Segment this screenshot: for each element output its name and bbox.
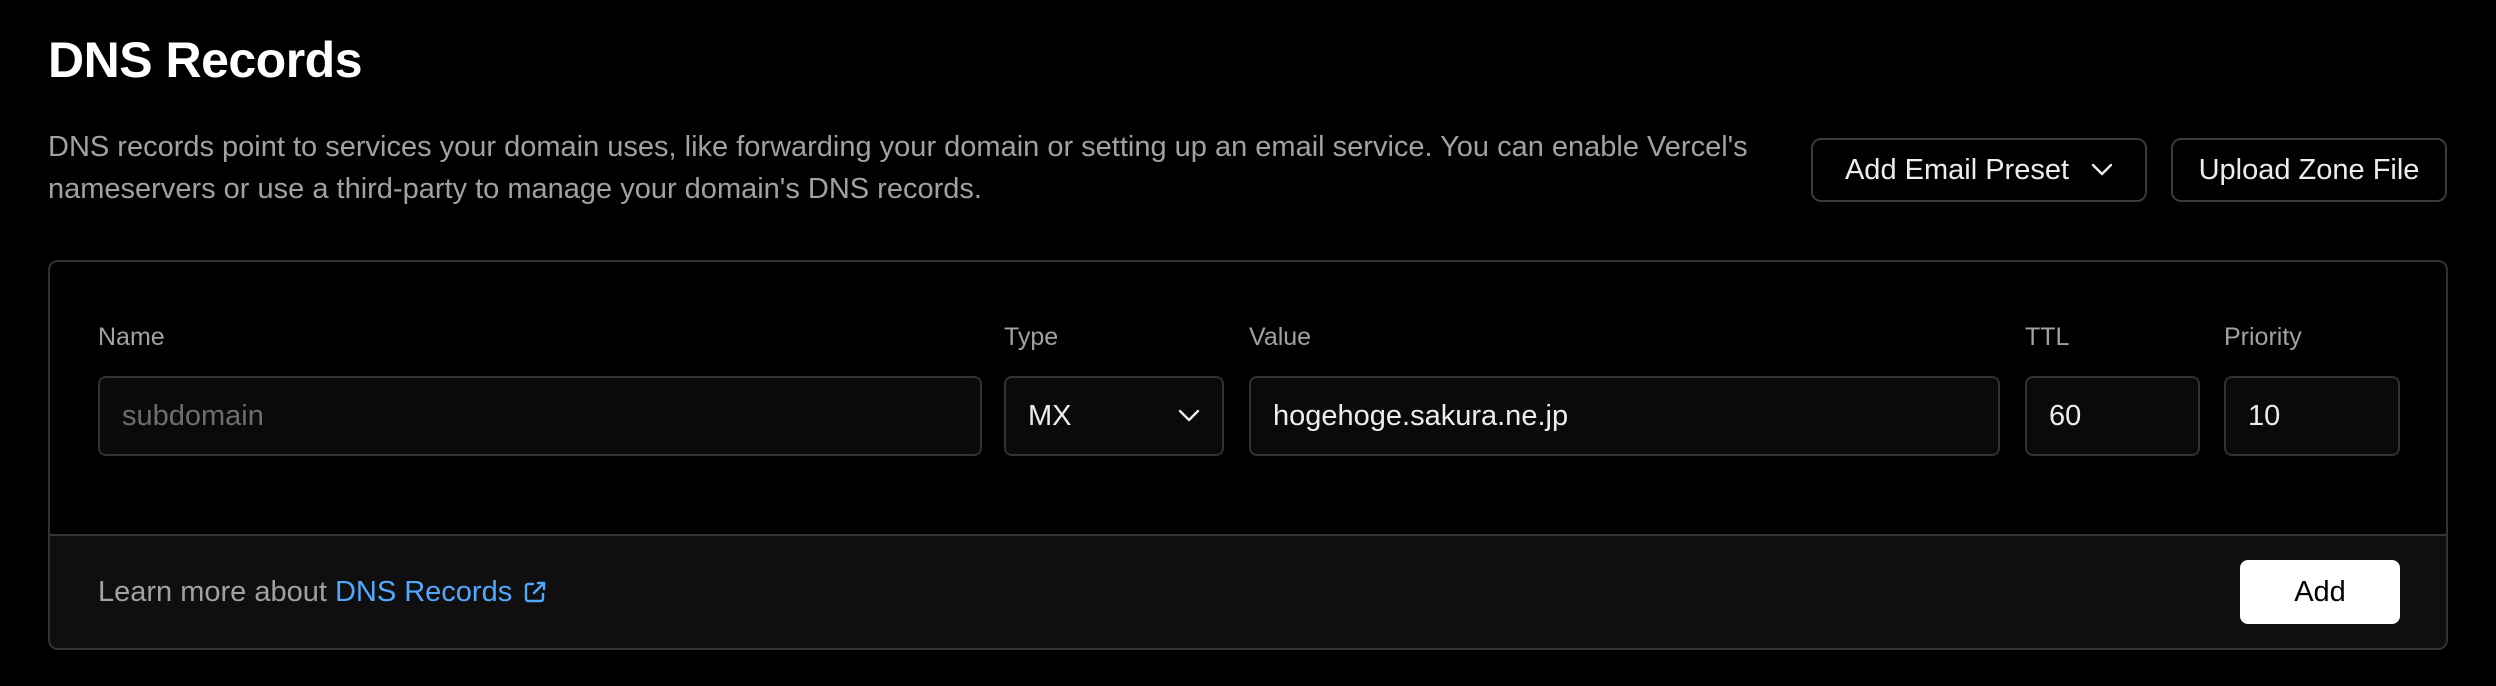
name-label: Name — [98, 323, 165, 351]
add-email-preset-label: Add Email Preset — [1844, 153, 2070, 186]
dns-records-link[interactable]: DNS Records — [335, 572, 548, 612]
learn-more-prefix: Learn more about — [98, 576, 327, 608]
value-input-wrapper — [1249, 376, 2000, 456]
page-title: DNS Records — [48, 32, 363, 88]
add-email-preset-button[interactable]: Add Email Preset — [1811, 138, 2147, 202]
learn-more-text: Learn more about DNS Records — [98, 572, 548, 612]
ttl-label: TTL — [2025, 323, 2070, 351]
upload-zone-file-button[interactable]: Upload Zone File — [2171, 138, 2447, 202]
priority-label: Priority — [2224, 323, 2302, 351]
value-input[interactable] — [1273, 399, 1976, 433]
ttl-input[interactable] — [2049, 399, 2176, 433]
type-select-value: MX — [1028, 399, 1072, 432]
type-label: Type — [1004, 323, 1059, 351]
priority-input[interactable] — [2248, 399, 2376, 433]
form-footer: Learn more about DNS Records Add — [50, 534, 2446, 648]
dns-record-form: Name Type MX Value TTL Priority — [48, 260, 2448, 650]
type-select[interactable]: MX — [1004, 376, 1224, 456]
chevron-down-icon — [1178, 409, 1200, 423]
dns-records-link-label: DNS Records — [334, 576, 513, 608]
chevron-down-icon — [2091, 163, 2113, 177]
name-input-wrapper — [98, 376, 982, 456]
page-description: DNS records point to services your domai… — [48, 131, 1748, 205]
name-input[interactable] — [122, 399, 958, 433]
add-button[interactable]: Add — [2240, 560, 2400, 624]
ttl-input-wrapper — [2025, 376, 2200, 456]
priority-input-wrapper — [2224, 376, 2400, 456]
dns-records-page: DNS Records DNS records point to service… — [0, 0, 2496, 686]
external-link-icon — [522, 579, 548, 605]
value-label: Value — [1249, 323, 1312, 351]
